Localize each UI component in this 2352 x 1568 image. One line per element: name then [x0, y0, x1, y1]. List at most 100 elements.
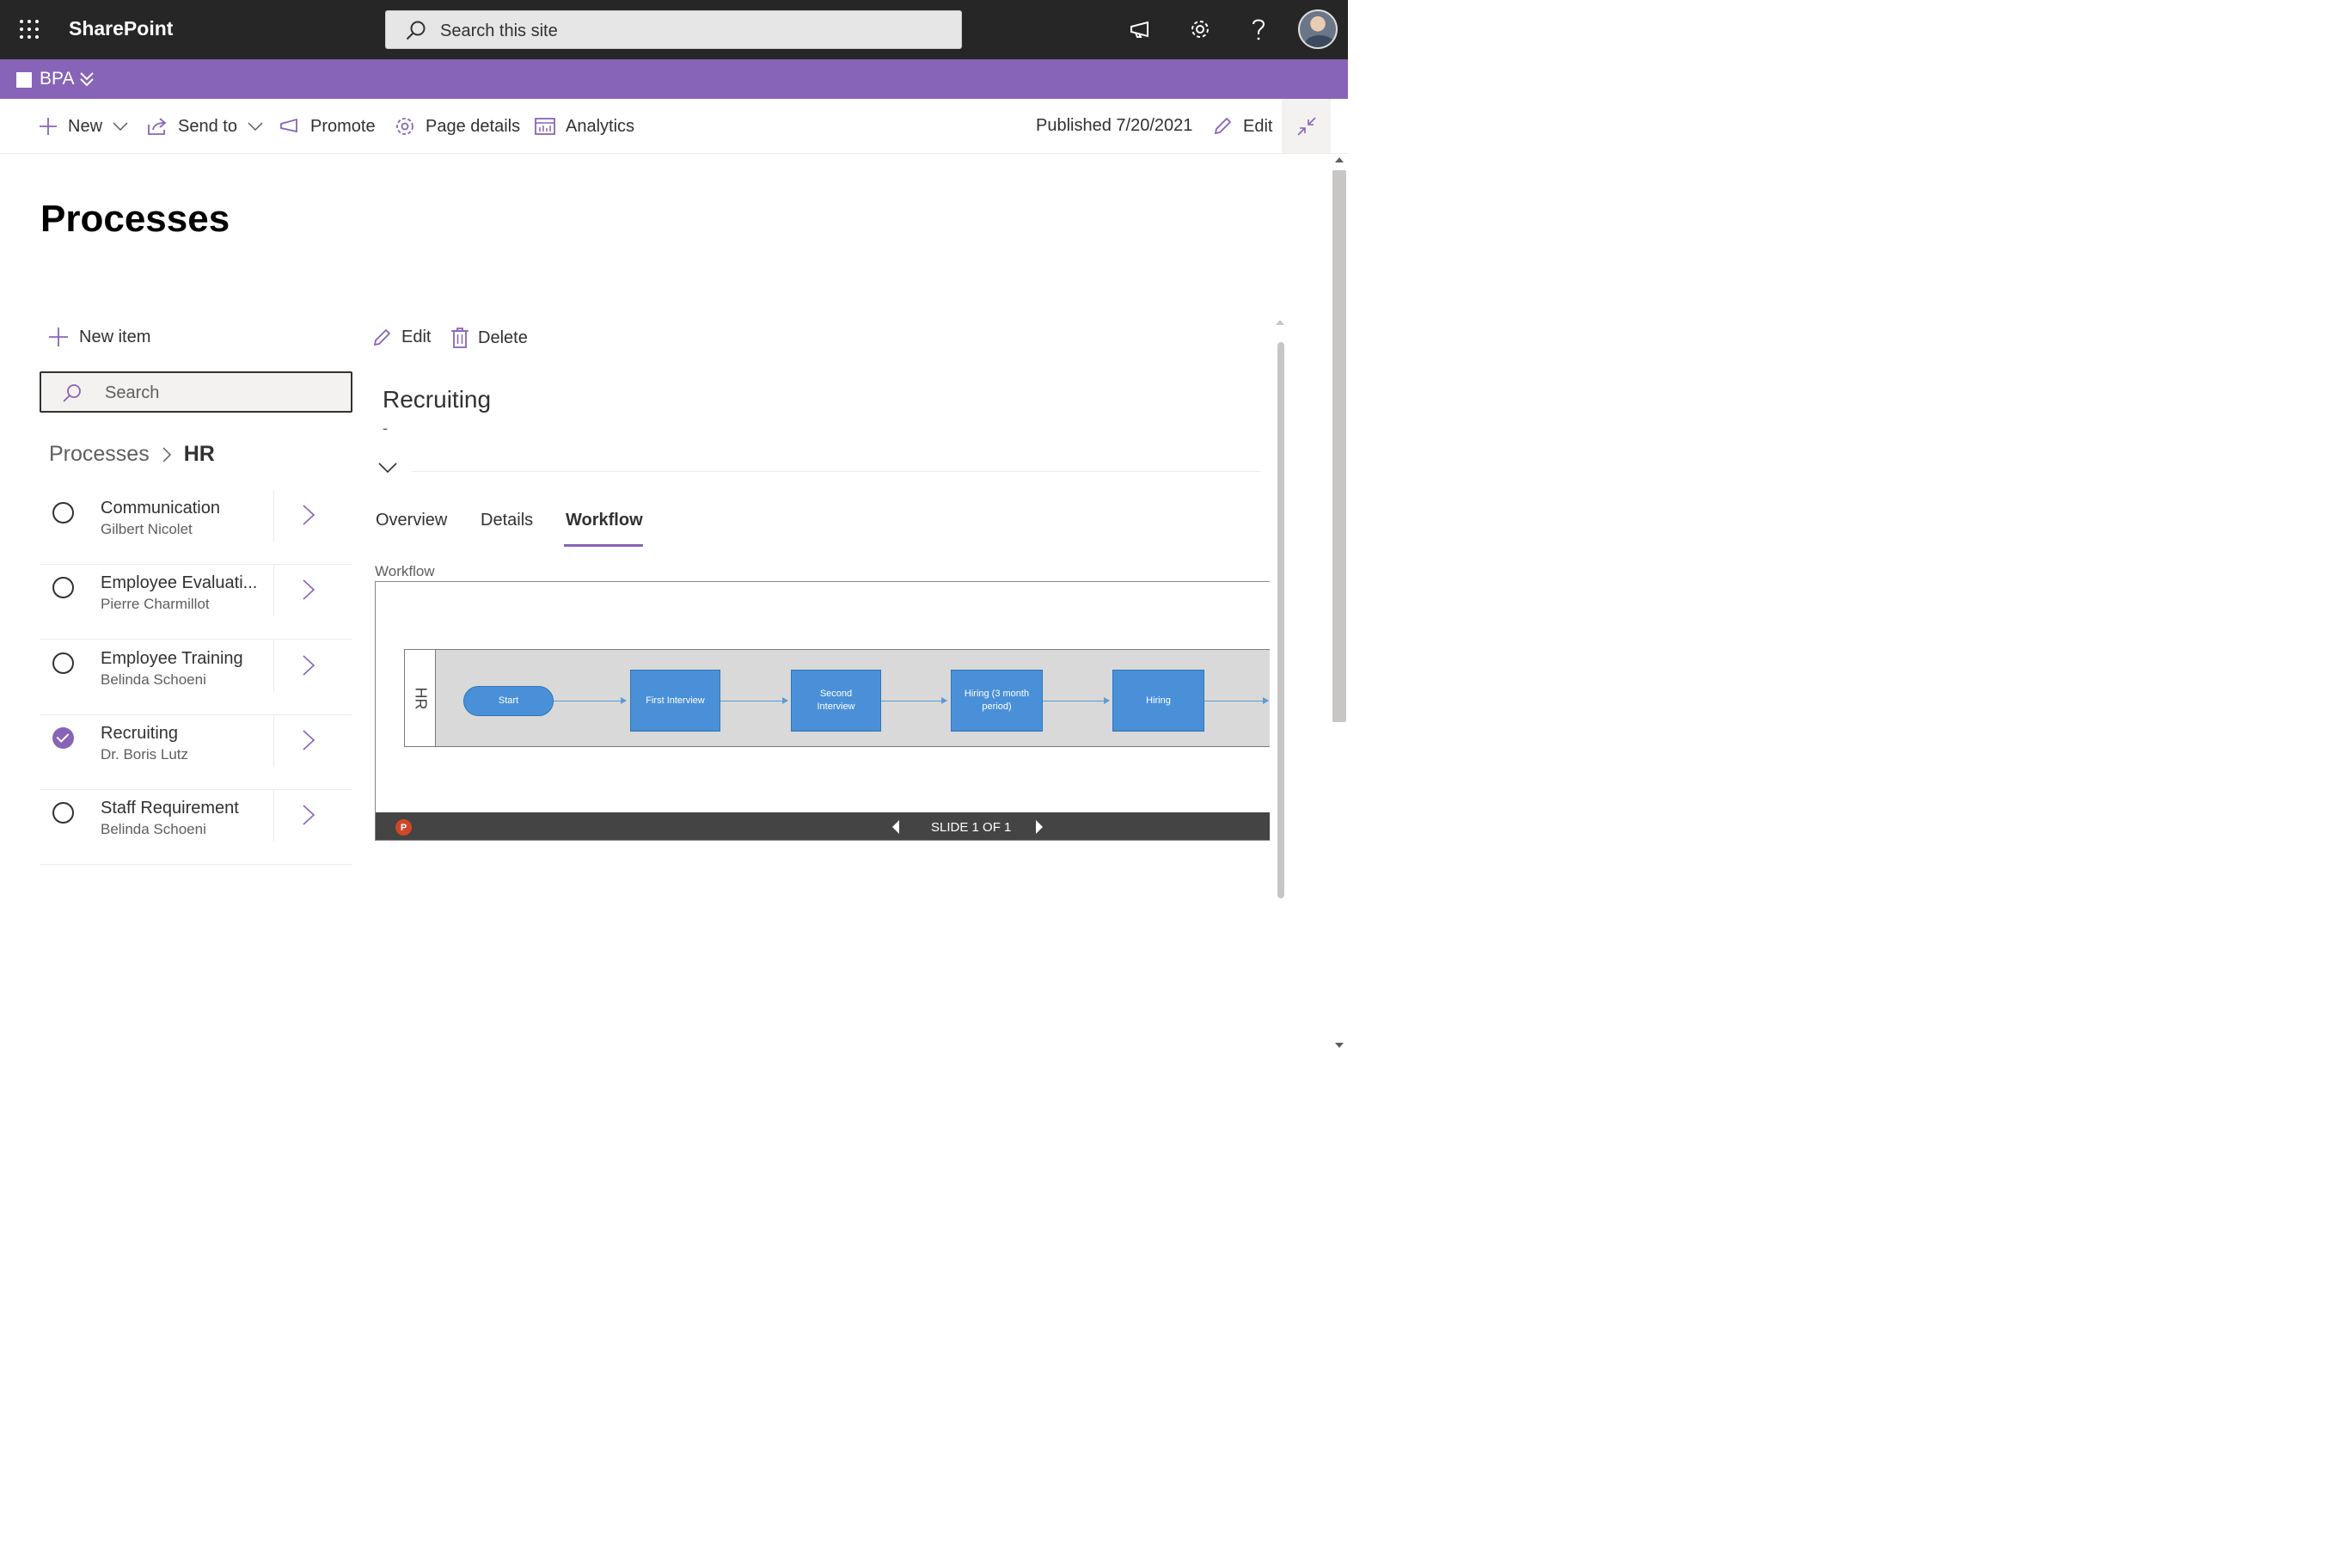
promote-label: Promote: [310, 116, 376, 136]
item-edit-label: Edit: [401, 327, 432, 346]
search-icon: [62, 383, 83, 404]
divider: [273, 715, 274, 767]
chevron-right-icon[interactable]: [302, 729, 315, 751]
pencil-icon: [372, 327, 393, 347]
suite-bar: SharePoint Search this site: [0, 0, 1348, 59]
page-details-button[interactable]: Page details: [395, 113, 520, 140]
list-item[interactable]: Staff Requirement Belinda Schoeni: [40, 790, 352, 865]
analytics-button[interactable]: Analytics: [535, 113, 634, 140]
hub-bar: [0, 59, 1348, 99]
divider: [273, 640, 274, 692]
step-hiring-probation: Hiring (3 month period): [951, 670, 1043, 732]
analytics-icon: [535, 118, 555, 135]
divider: [273, 490, 274, 542]
megaphone-icon: [279, 118, 300, 135]
lane-label: HR: [405, 650, 436, 746]
scrollbar-thumb[interactable]: [1332, 170, 1346, 722]
list-item-owner: Dr. Boris Lutz: [101, 746, 189, 763]
page-edit-label: Edit: [1243, 116, 1273, 136]
list-item[interactable]: Employee Training Belinda Schoeni: [40, 640, 352, 715]
viewer-status-bar: P SLIDE 1 OF 1: [376, 812, 1270, 840]
search-icon: [405, 20, 427, 42]
step-hiring: Hiring: [1112, 670, 1204, 732]
scrollbar-thumb[interactable]: [1277, 342, 1284, 898]
chevron-right-icon[interactable]: [302, 579, 315, 601]
list-search-placeholder: Search: [105, 383, 160, 402]
slide-counter: SLIDE 1 OF 1: [931, 820, 1012, 835]
list-item-title: Employee Evaluati...: [101, 573, 258, 592]
select-radio[interactable]: [52, 652, 74, 674]
plus-icon: [48, 327, 69, 347]
page-scrollbar[interactable]: [1331, 155, 1348, 1048]
scroll-down-icon[interactable]: [1335, 1043, 1344, 1048]
chevron-right-icon[interactable]: [302, 804, 315, 826]
gear-icon: [395, 116, 415, 137]
breadcrumb: Processes HR: [49, 442, 215, 467]
powerpoint-icon: P: [395, 819, 412, 836]
new-button[interactable]: New: [39, 113, 128, 140]
tab-workflow[interactable]: Workflow: [566, 511, 643, 530]
help-icon[interactable]: [1243, 14, 1274, 45]
divider: [273, 790, 274, 842]
list-search-input[interactable]: Search: [40, 371, 352, 413]
breadcrumb-hr[interactable]: HR: [184, 442, 215, 467]
new-item-label: New item: [79, 327, 151, 346]
list-item-title: Staff Requirement: [101, 799, 239, 818]
item-title: Recruiting: [383, 386, 492, 413]
item-delete-label: Delete: [478, 328, 528, 347]
list-item[interactable]: Employee Evaluati... Pierre Charmillot: [40, 565, 352, 640]
avatar[interactable]: [1298, 9, 1338, 49]
list-item[interactable]: Communication Gilbert Nicolet: [40, 490, 352, 565]
item-edit-button[interactable]: Edit: [372, 327, 431, 347]
analytics-label: Analytics: [566, 116, 635, 136]
app-launcher-icon[interactable]: [12, 12, 46, 46]
list-item-owner: Pierre Charmillot: [101, 596, 210, 612]
previous-slide-icon[interactable]: [892, 820, 899, 834]
powerpoint-viewer[interactable]: HR Start First Interview Second Intervie…: [375, 581, 1270, 841]
list-item[interactable]: Recruiting Dr. Boris Lutz: [40, 715, 352, 790]
tab-overview[interactable]: Overview: [376, 511, 447, 530]
select-radio[interactable]: [52, 502, 74, 524]
new-item-button[interactable]: New item: [48, 327, 150, 347]
select-radio[interactable]: [52, 802, 74, 824]
gear-icon[interactable]: [1185, 14, 1216, 45]
list-item-title: Employee Training: [101, 649, 243, 668]
share-icon: [147, 117, 168, 136]
select-radio[interactable]: [52, 727, 74, 749]
chevron-down-icon: [113, 122, 128, 131]
breadcrumb-processes[interactable]: Processes: [49, 442, 150, 467]
plus-icon: [39, 117, 58, 136]
step-second-interview: Second Interview: [791, 670, 881, 732]
chevron-right-icon[interactable]: [302, 504, 315, 526]
divider: [413, 471, 1260, 472]
new-label: New: [68, 116, 103, 136]
select-radio[interactable]: [52, 577, 74, 598]
chevron-right-icon[interactable]: [302, 654, 315, 677]
double-chevron-down-icon[interactable]: [79, 70, 95, 88]
collapse-icon: [1296, 116, 1317, 137]
tab-details[interactable]: Details: [481, 511, 533, 530]
lane-name: HR: [412, 687, 429, 709]
active-tab-indicator: [564, 544, 643, 547]
item-delete-button[interactable]: Delete: [450, 327, 528, 349]
list-item-title: Communication: [101, 499, 220, 518]
detail-scrollbar[interactable]: [1274, 316, 1286, 898]
send-to-button[interactable]: Send to: [147, 113, 263, 140]
collapse-button[interactable]: [1282, 99, 1331, 153]
site-logo-icon: [16, 72, 32, 88]
megaphone-icon[interactable]: [1125, 14, 1156, 45]
page-edit-button[interactable]: Edit: [1212, 113, 1272, 140]
list-item-owner: Belinda Schoeni: [101, 671, 206, 688]
expand-chevron-icon[interactable]: [378, 462, 397, 474]
search-placeholder: Search this site: [440, 21, 558, 40]
hub-site-name[interactable]: BPA: [40, 69, 74, 89]
scroll-up-icon[interactable]: [1276, 320, 1284, 325]
promote-button[interactable]: Promote: [279, 113, 376, 140]
brand-title[interactable]: SharePoint: [69, 17, 173, 40]
trash-icon: [450, 327, 469, 349]
scroll-up-icon[interactable]: [1335, 157, 1344, 162]
site-search-box[interactable]: Search this site: [385, 10, 962, 49]
pencil-icon: [1212, 116, 1233, 137]
list-item-owner: Belinda Schoeni: [101, 821, 206, 837]
next-slide-icon[interactable]: [1036, 820, 1043, 834]
